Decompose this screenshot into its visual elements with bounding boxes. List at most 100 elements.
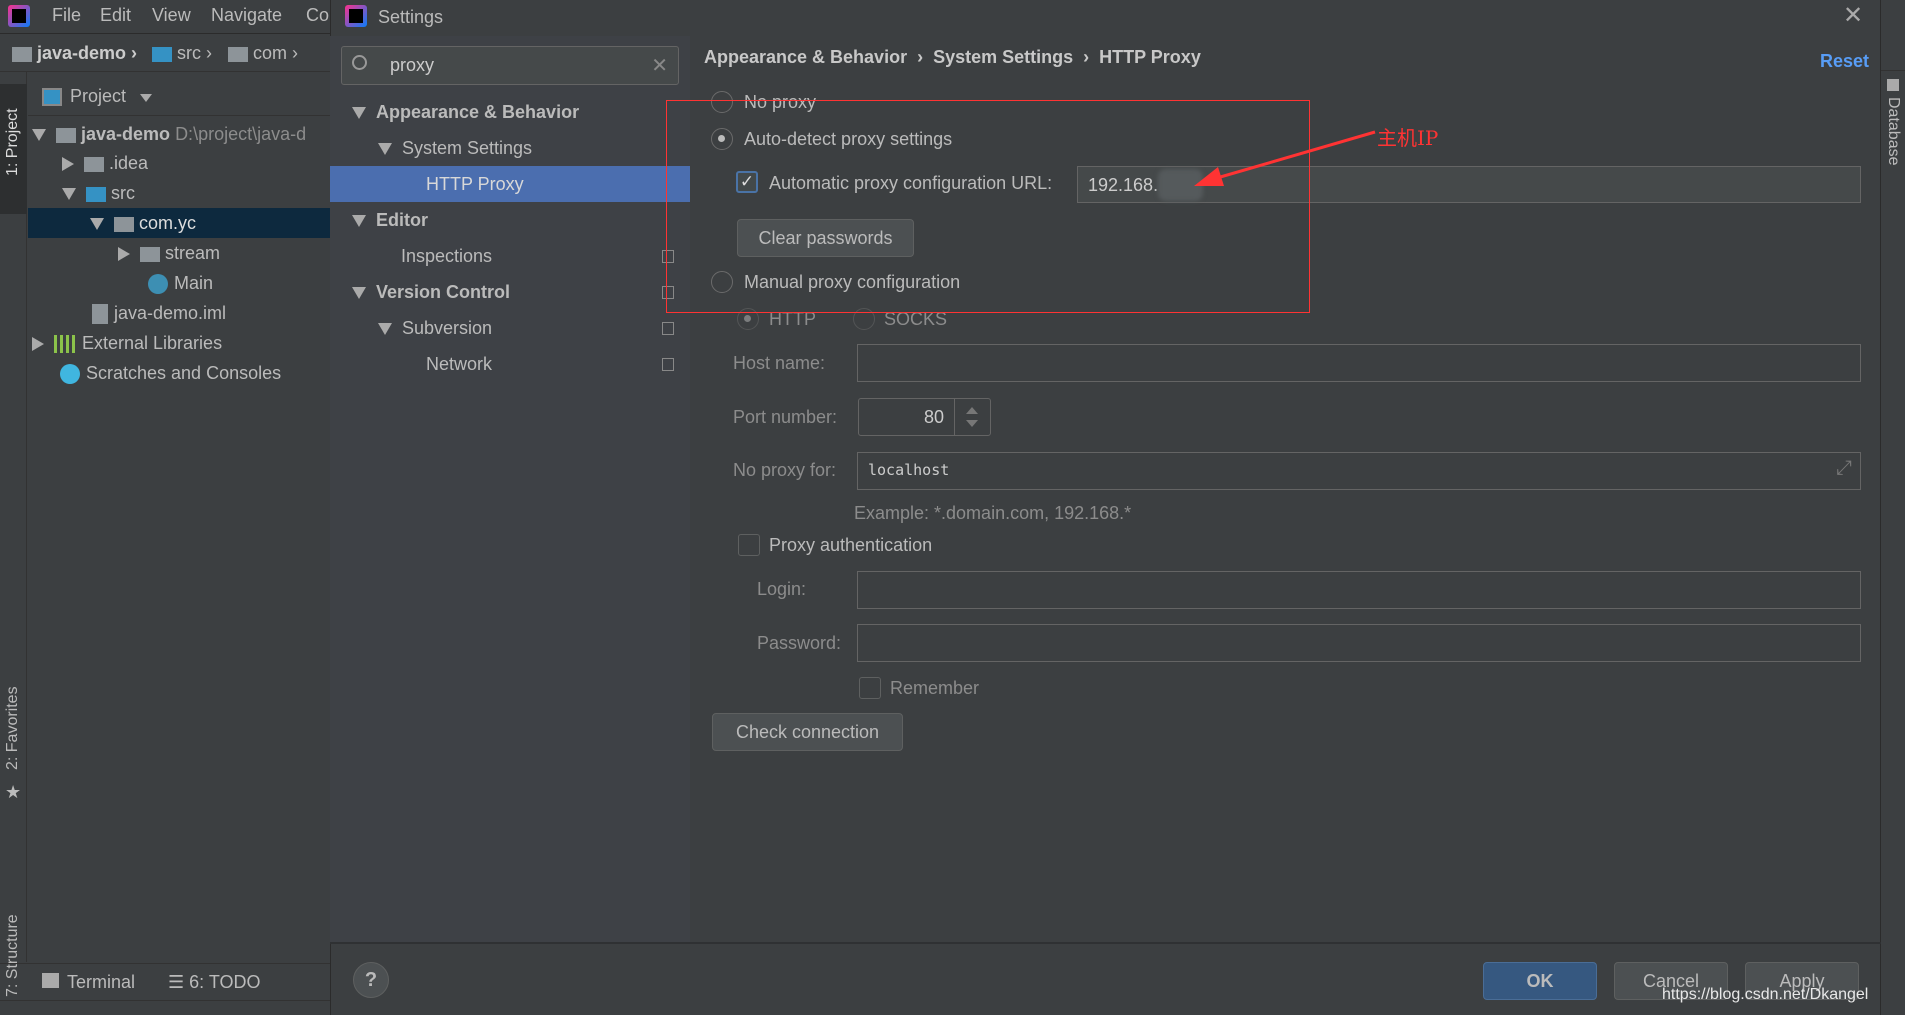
crumb-com[interactable]: com ›: [228, 43, 298, 64]
project-window-icon: [42, 88, 62, 106]
watermark: https://blog.csdn.net/Dkangel: [1662, 986, 1869, 1003]
tool-project-label: 1: Project: [4, 108, 21, 176]
menu-code[interactable]: Co: [306, 5, 329, 26]
menu-edit[interactable]: Edit: [100, 5, 131, 26]
tree-item[interactable]: java-demo D:\project\java-d: [32, 119, 306, 149]
expanded-arrow-icon: [378, 143, 392, 156]
tree-item[interactable]: stream: [118, 238, 220, 268]
expanded-arrow-icon: [352, 107, 366, 120]
tree-item-subversion[interactable]: Subversion: [330, 310, 690, 346]
crumb-appearance[interactable]: Appearance & Behavior: [704, 47, 907, 67]
port-number-stepper[interactable]: 80: [858, 398, 991, 436]
tool-project-tab[interactable]: 1: Project: [0, 84, 27, 214]
chevron-down-icon[interactable]: [140, 94, 152, 102]
close-icon[interactable]: ✕: [1843, 1, 1863, 30]
login-label: Login:: [757, 579, 807, 599]
expand-icon[interactable]: ⤢: [1836, 457, 1852, 480]
settings-breadcrumb: Appearance & Behavior › System Settings …: [704, 47, 1201, 67]
tool-database-label: Database: [1885, 97, 1902, 166]
tree-item[interactable]: java-demo.iml: [92, 298, 226, 328]
project-settings-icon: [662, 322, 674, 335]
terminal-icon: [42, 973, 59, 988]
terminal-tab[interactable]: Terminal: [42, 972, 135, 993]
expanded-arrow-icon: [352, 215, 366, 228]
tree-item[interactable]: Main: [148, 268, 213, 298]
reset-link[interactable]: Reset: [1820, 51, 1869, 72]
spinner-arrows-icon[interactable]: [954, 399, 990, 435]
help-button[interactable]: ?: [353, 962, 389, 998]
proxy-auth-label: Proxy authentication: [769, 535, 933, 555]
database-icon: [1887, 79, 1899, 91]
login-field[interactable]: [857, 571, 1861, 609]
tree-item[interactable]: External Libraries: [32, 328, 222, 358]
crumb-http-proxy: HTTP Proxy: [1099, 47, 1201, 67]
project-settings-icon: [662, 358, 674, 371]
remember-checkbox[interactable]: [859, 677, 881, 699]
java-class-icon: [148, 274, 168, 295]
dialog-title: Settings: [378, 7, 444, 27]
tree-item-network[interactable]: Network: [330, 346, 690, 382]
library-icon: [54, 335, 76, 354]
tree-item-editor[interactable]: Editor: [330, 202, 690, 238]
tree-item-system-settings[interactable]: System Settings: [330, 130, 690, 166]
ok-button[interactable]: OK: [1483, 962, 1597, 1000]
collapsed-arrow-icon: [62, 157, 74, 172]
package-icon: [140, 246, 160, 262]
footer-divider: [330, 942, 1881, 944]
no-proxy-for-value: localhost: [868, 461, 950, 479]
tree-item-version-control[interactable]: Version Control: [330, 274, 690, 310]
host-name-label: Host name:: [733, 353, 826, 373]
check-connection-button[interactable]: Check connection: [712, 713, 903, 751]
proxy-auth-checkbox[interactable]: [738, 534, 760, 556]
annotation-arrow-icon: [1194, 130, 1376, 186]
tree-item[interactable]: Scratches and Consoles: [60, 358, 281, 388]
star-icon: ★: [5, 782, 22, 802]
menu-view[interactable]: View: [152, 5, 191, 26]
port-value: 80: [923, 407, 944, 427]
file-icon: [92, 304, 108, 325]
package-icon: [228, 46, 248, 62]
tree-item-http-proxy[interactable]: HTTP Proxy: [330, 166, 690, 202]
expanded-arrow-icon: [32, 129, 46, 142]
example-hint: Example: *.domain.com, 192.168.*: [854, 503, 1132, 523]
nav-breadcrumb: java-demo › src › com ›: [0, 35, 330, 72]
host-name-field[interactable]: [857, 344, 1861, 382]
list-icon: ☰: [168, 972, 190, 992]
tree-item[interactable]: src: [62, 178, 135, 208]
collapsed-arrow-icon: [32, 337, 44, 352]
left-tool-strip: 1: Project 2: Favorites ★ 7: Structure: [0, 72, 27, 997]
menu-bar: File Edit View Navigate Co: [0, 0, 330, 34]
crumb-system-settings[interactable]: System Settings: [933, 47, 1073, 67]
tree-item[interactable]: .idea: [62, 148, 148, 178]
folder-icon: [152, 46, 172, 62]
tree-item[interactable]: com.yc: [90, 208, 196, 238]
tool-favorites-tab[interactable]: 2: Favorites: [4, 686, 22, 770]
settings-tree-panel: proxy ✕ Appearance & Behavior System Set…: [330, 36, 690, 943]
crumb-src[interactable]: src ›: [152, 43, 212, 64]
project-panel-header[interactable]: Project: [28, 80, 330, 116]
no-proxy-for-field[interactable]: localhost ⤢: [857, 452, 1861, 490]
password-label: Password:: [757, 633, 842, 653]
search-value: proxy: [390, 55, 435, 75]
no-proxy-for-label: No proxy for:: [733, 460, 837, 480]
intellij-logo-icon: [8, 5, 30, 27]
expanded-arrow-icon: [62, 188, 76, 201]
tree-item-inspections[interactable]: Inspections: [330, 238, 690, 274]
folder-icon: [84, 156, 104, 172]
search-input[interactable]: proxy ✕: [341, 46, 679, 85]
scratches-icon: [60, 364, 80, 385]
tool-database-tab[interactable]: Database: [1881, 70, 1905, 200]
module-folder-icon: [56, 127, 76, 143]
package-icon: [114, 216, 134, 232]
password-field[interactable]: [857, 624, 1861, 662]
tree-item-appearance[interactable]: Appearance & Behavior: [330, 94, 690, 130]
expanded-arrow-icon: [90, 218, 104, 231]
clear-search-icon[interactable]: ✕: [651, 53, 668, 78]
right-tool-strip: Database: [1881, 0, 1905, 1015]
menu-navigate[interactable]: Navigate: [211, 5, 282, 26]
crumb-project[interactable]: java-demo ›: [12, 43, 137, 64]
module-folder-icon: [12, 46, 32, 62]
search-icon: [352, 55, 367, 70]
todo-tab[interactable]: ☰ 6: TODO: [168, 972, 261, 993]
menu-file[interactable]: File: [52, 5, 81, 26]
